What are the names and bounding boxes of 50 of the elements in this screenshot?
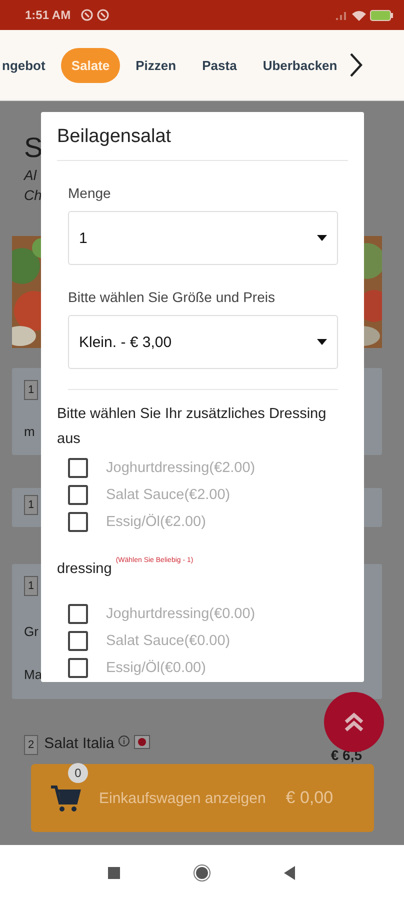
page-heading: S xyxy=(24,131,43,165)
item-name: Salat Italia xyxy=(44,735,114,752)
cart-count-badge: 0 xyxy=(68,763,88,783)
caret-icon xyxy=(317,339,327,345)
cart-label: Einkaufswagen anzeigen xyxy=(99,790,266,806)
checkbox[interactable] xyxy=(68,484,88,504)
dropdown-field[interactable]: 1 xyxy=(68,211,338,265)
tag-icon xyxy=(134,735,150,749)
category-tab[interactable]: Uberbacken xyxy=(252,48,348,82)
description-text: Ch xyxy=(24,186,42,205)
caret-icon xyxy=(317,235,327,241)
description-text: Al xyxy=(24,166,36,185)
cart-total: € 0,00 xyxy=(286,788,334,808)
field-label: Bitte wählen Sie Größe und Preis xyxy=(68,289,276,305)
option-label: Essig/Öl(€0.00) xyxy=(106,660,206,676)
checkbox[interactable] xyxy=(68,604,88,624)
info-icon[interactable] xyxy=(118,735,130,747)
item-text: Gr xyxy=(24,624,38,639)
item-number: 1 xyxy=(24,576,38,596)
home-icon[interactable] xyxy=(193,864,211,882)
group-title: Bitte wählen Sie Ihr zusätzliches Dressing aus xyxy=(57,405,328,449)
wifi-icon xyxy=(352,10,366,20)
option-label: Joghurtdressing(€0.00) xyxy=(106,606,256,622)
battery-icon xyxy=(370,10,394,20)
cart-button[interactable]: 0 Einkaufswagen anzeigen € 0,00 xyxy=(31,764,374,832)
item-text: Ma xyxy=(24,667,42,682)
item-number: 2 xyxy=(24,735,38,755)
signal-icon xyxy=(336,10,348,20)
option-label: Joghurtdressing(€2.00) xyxy=(106,460,256,476)
dropdown-field[interactable]: Klein. - € 3,00 xyxy=(68,315,338,369)
option-label: Salat Sauce(€2.00) xyxy=(106,486,230,502)
chevron-right-icon[interactable] xyxy=(349,52,364,78)
checkbox[interactable] xyxy=(68,458,88,478)
item-number: 1 xyxy=(24,495,38,515)
notification-icon xyxy=(80,9,93,21)
status-time: 1:51 AM xyxy=(25,8,71,22)
notification-icon xyxy=(96,9,109,21)
checkbox[interactable] xyxy=(68,630,88,650)
item-text: m xyxy=(24,424,35,439)
field-label: Menge xyxy=(68,185,112,201)
group-title: dressing xyxy=(57,561,112,577)
item-number: 1 xyxy=(24,380,38,400)
checkbox[interactable] xyxy=(68,512,88,532)
option-label: Salat Sauce(€0.00) xyxy=(106,632,230,648)
checkbox[interactable] xyxy=(68,658,88,678)
dialog-title: Beilagensalat xyxy=(56,125,172,149)
option-label: Essig/Öl(€2.00) xyxy=(106,514,206,530)
category-tab[interactable]: ngebot xyxy=(0,48,56,82)
category-tab[interactable]: Pasta xyxy=(192,48,247,82)
category-tab[interactable]: Pizzen xyxy=(126,48,186,82)
